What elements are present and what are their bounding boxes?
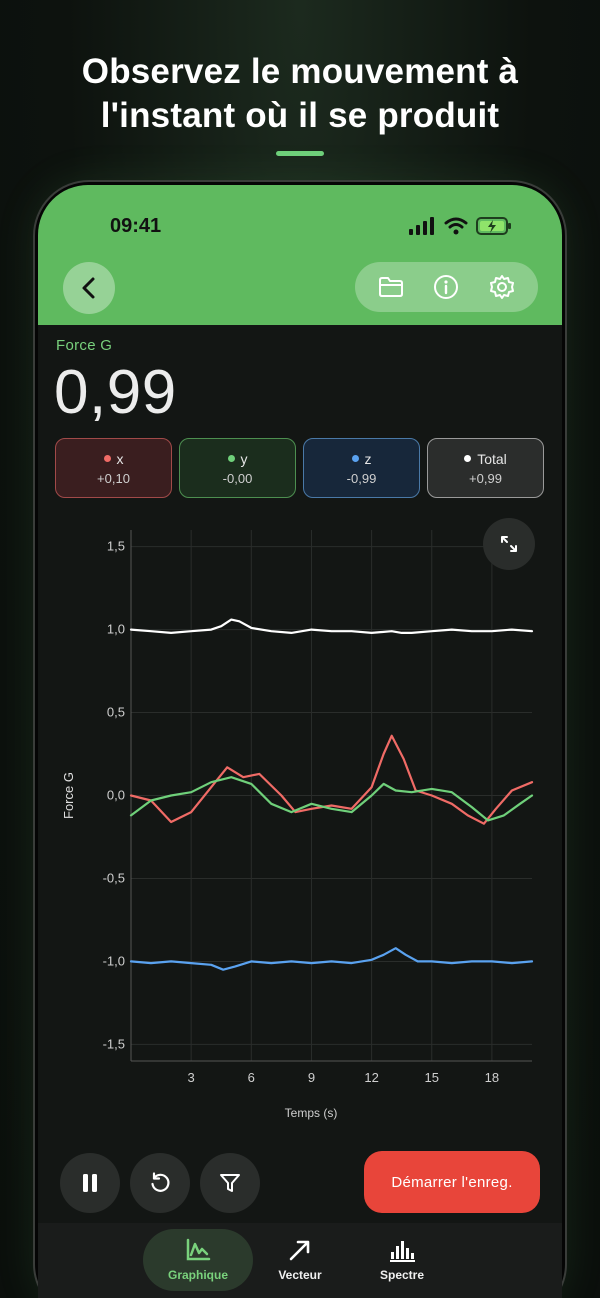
y-tick-label: -0,5 (103, 870, 125, 885)
tab-spectre[interactable]: Spectre (347, 1229, 457, 1291)
record-button[interactable]: Démarrer l'enreg. (364, 1151, 540, 1213)
info-icon (434, 275, 459, 299)
x-tick-label: 3 (188, 1070, 195, 1085)
metric-label: Force G (56, 337, 113, 354)
signal-icon (409, 217, 434, 235)
wifi-icon (444, 217, 468, 235)
chip-z-dot (351, 455, 359, 462)
chip-total[interactable]: Total +0,99 (427, 438, 544, 498)
chip-y[interactable]: y -0,00 (179, 438, 296, 498)
top-bar: 09:41 (38, 185, 562, 325)
chip-z[interactable]: z -0,99 (303, 438, 420, 498)
chip-y-name: y (240, 450, 248, 467)
settings-button[interactable] (482, 267, 522, 307)
x-tick-label: 15 (425, 1070, 439, 1085)
reset-icon (151, 1172, 170, 1192)
pause-icon (83, 1174, 97, 1192)
spectrum-icon (390, 1241, 415, 1262)
status-icons (408, 215, 512, 237)
chip-total-dot (464, 455, 472, 462)
chip-x[interactable]: x +0,10 (55, 438, 172, 498)
tab-vecteur-label: Vecteur (278, 1268, 322, 1282)
reset-button[interactable] (130, 1153, 190, 1213)
graph-icon (186, 1238, 211, 1261)
back-button[interactable] (63, 262, 115, 314)
tab-bar: Graphique Vecteur Spectre (38, 1223, 562, 1298)
metric-value: 0,99 (54, 358, 177, 427)
x-tick-label: 18 (485, 1070, 499, 1085)
info-button[interactable] (426, 267, 466, 307)
tab-graphique-label: Graphique (167, 1268, 228, 1282)
headline-line-1: Observez le mouvement à (81, 52, 519, 91)
expand-chart-button[interactable] (483, 518, 535, 570)
headline-accent-bar (276, 151, 324, 156)
tab-vecteur[interactable]: Vecteur (245, 1229, 355, 1291)
y-axis-label: Force G (61, 772, 76, 819)
chip-x-name: x (116, 450, 124, 467)
folder-icon (378, 277, 403, 297)
y-tick-label: -1,0 (103, 953, 125, 968)
chip-y-dot (227, 455, 235, 462)
filter-button[interactable] (200, 1153, 260, 1213)
y-tick-label: 0,0 (107, 788, 125, 803)
chip-x-value: +0,10 (97, 470, 130, 486)
expand-icon (501, 536, 517, 552)
folder-button[interactable] (371, 267, 411, 307)
toolbar-actions (355, 262, 538, 312)
phone-screen: 09:41 Force G 0,99 x +0,10 y -0,00 z -0,… (38, 185, 562, 1298)
headline-line-2: l'instant où il se produit (100, 96, 500, 135)
axis-chips: x +0,10 y -0,00 z -0,99 Total +0,99 (55, 438, 545, 498)
chip-y-value: -0,00 (222, 470, 253, 486)
force-chart: 1,5 1,0 0,5 0,0 -0,5 -1,0 -1,5 3 6 9 12 15 18 Temps (… (61, 530, 534, 1120)
chevron-left-icon (82, 277, 95, 299)
chip-total-name: Total (477, 450, 507, 467)
vector-arrow-icon (289, 1240, 310, 1261)
tab-graphique[interactable]: Graphique (143, 1229, 253, 1291)
chip-total-value: +0,99 (469, 470, 502, 486)
y-tick-label: -1,5 (103, 1036, 125, 1051)
chip-x-dot (103, 455, 111, 462)
y-tick-label: 1,0 (107, 622, 125, 637)
x-tick-label: 6 (248, 1070, 255, 1085)
chip-z-name: z (364, 450, 372, 467)
tab-spectre-label: Spectre (379, 1268, 425, 1282)
controls-row: Démarrer l'enreg. (38, 1151, 562, 1213)
status-time: 09:41 (110, 215, 162, 237)
chip-z-value: -0,99 (346, 470, 377, 486)
y-tick-label: 0,5 (107, 705, 125, 720)
x-axis-label: Temps (s) (285, 1106, 338, 1120)
x-tick-label: 12 (364, 1070, 378, 1085)
x-tick-label: 9 (308, 1070, 315, 1085)
pause-button[interactable] (60, 1153, 120, 1213)
headline: Observez le mouvement à l'instant où il … (0, 50, 600, 138)
filter-icon (220, 1174, 240, 1192)
y-tick-label: 1,5 (107, 539, 125, 554)
settings-gear-icon (490, 275, 515, 299)
battery-charging-icon (476, 217, 511, 235)
